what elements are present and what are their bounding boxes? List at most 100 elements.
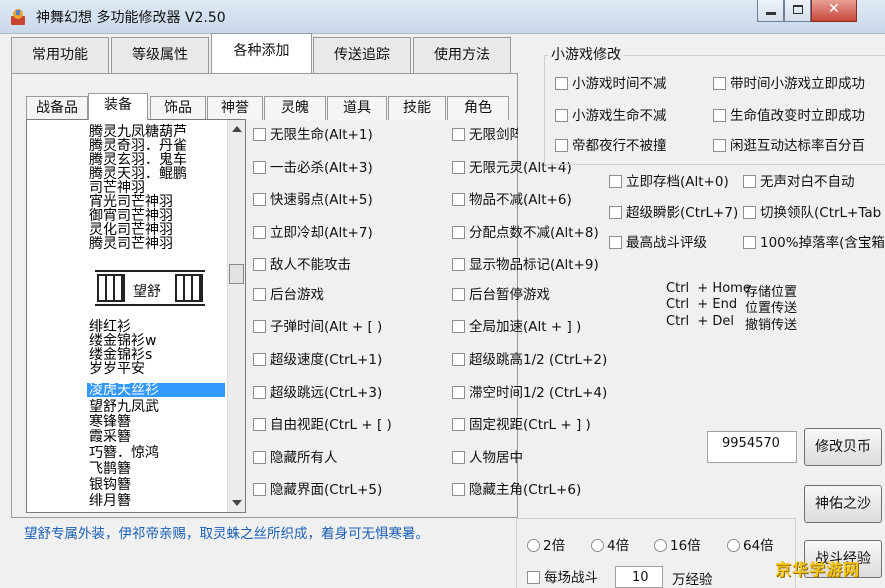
shrine-sand-button[interactable]: 神佑之沙	[804, 485, 882, 523]
option-minigame-time[interactable]: 小游戏时间不减	[555, 75, 667, 93]
list-item[interactable]: 腾灵玄羽．鬼车	[87, 153, 225, 167]
option-super-dash[interactable]: 超级瞬影(CtrL+7)	[609, 204, 738, 222]
option-one-hit-kill[interactable]: 一击必杀(Alt+3)	[253, 159, 373, 177]
list-item[interactable]: 绯月簪	[87, 494, 225, 508]
option-super-high-jump[interactable]: 超级跳高1/2 (CtrL+2)	[452, 351, 607, 369]
option-minigame-life[interactable]: 小游戏生命不减	[555, 107, 667, 125]
checkbox[interactable]	[253, 319, 266, 333]
checkbox[interactable]	[452, 385, 465, 399]
checkbox[interactable]	[452, 225, 465, 239]
exp-amount-input[interactable]: 10	[615, 566, 663, 588]
option-instant-cooldown[interactable]: 立即冷却(Alt+7)	[253, 224, 373, 242]
checkbox[interactable]	[527, 570, 540, 584]
list-item[interactable]: 巧簪．惊鸿	[87, 446, 225, 460]
list-item-selected[interactable]: 凌虎天丝衫	[87, 383, 225, 397]
checkbox[interactable]	[253, 352, 266, 366]
checkbox[interactable]	[253, 385, 266, 399]
list-scrollbar[interactable]	[227, 120, 245, 512]
option-instant-save[interactable]: 立即存档(Alt+0)	[609, 173, 729, 191]
checkbox[interactable]	[253, 417, 266, 431]
subtab-equipment[interactable]: 装备	[88, 93, 148, 120]
radio-16x[interactable]: 16倍	[654, 537, 701, 555]
option-super-speed[interactable]: 超级速度(CtrL+1)	[253, 351, 382, 369]
checkbox[interactable]	[743, 205, 756, 219]
option-free-view[interactable]: 自由视距(CtrL + [ )	[253, 416, 392, 434]
list-item[interactable]: 宵光司芒神羽	[87, 195, 225, 209]
checkbox[interactable]	[452, 352, 465, 366]
list-item[interactable]: 缕金锦衫s	[87, 348, 225, 362]
option-background-game[interactable]: 后台游戏	[253, 286, 324, 304]
checkbox[interactable]	[555, 138, 568, 152]
option-per-battle[interactable]: 每场战斗	[527, 569, 598, 587]
scroll-thumb[interactable]	[229, 264, 244, 284]
list-item[interactable]: 腾灵奇羽．丹雀	[87, 139, 225, 153]
checkbox[interactable]	[609, 205, 622, 219]
radio-64x[interactable]: 64倍	[727, 537, 774, 555]
checkbox[interactable]	[713, 138, 726, 152]
money-input[interactable]: 9954570	[707, 431, 797, 463]
option-show-item-marks[interactable]: 显示物品标记(Alt+9)	[452, 256, 599, 274]
minimize-button[interactable]	[757, 0, 784, 22]
list-item[interactable]: 望舒九凤武	[87, 400, 225, 414]
close-button[interactable]: ✕	[811, 0, 857, 22]
option-points-no-decrease[interactable]: 分配点数不减(Alt+8)	[452, 224, 599, 242]
radio-4x[interactable]: 4倍	[591, 537, 629, 555]
checkbox[interactable]	[253, 287, 266, 301]
option-infinite-sword[interactable]: 无限剑阵(Al	[452, 126, 518, 144]
option-enemy-no-attack[interactable]: 敌人不能攻击	[253, 256, 351, 274]
maximize-button[interactable]	[784, 0, 811, 22]
modify-money-button[interactable]: 修改贝币	[804, 428, 882, 466]
tab-teleport[interactable]: 传送追踪	[313, 37, 411, 73]
option-items-no-decrease[interactable]: 物品不减(Alt+6)	[452, 191, 572, 209]
checkbox[interactable]	[253, 257, 266, 271]
subtab-props[interactable]: 道具	[327, 96, 387, 120]
list-item[interactable]: 绯红衫	[87, 320, 225, 334]
option-hide-ui[interactable]: 隐藏界面(CtrL+5)	[253, 481, 382, 499]
list-item[interactable]: 腾灵司芒神羽	[87, 237, 225, 251]
scroll-down-icon[interactable]	[232, 500, 242, 506]
radio[interactable]	[591, 538, 604, 552]
list-item[interactable]: 御宵司芒神羽	[87, 209, 225, 223]
checkbox[interactable]	[452, 192, 465, 206]
checkbox[interactable]	[743, 174, 756, 188]
option-super-long-jump[interactable]: 超级跳远(CtrL+3)	[253, 384, 382, 402]
list-item[interactable]: 灵化司芒神羽	[87, 223, 225, 237]
scroll-up-icon[interactable]	[232, 126, 242, 132]
option-interaction-full-rate[interactable]: 闲逛互动达标率百分百	[713, 137, 865, 155]
list-item[interactable]: 银钩簪	[87, 478, 225, 492]
radio[interactable]	[727, 538, 740, 552]
option-center-character[interactable]: 人物居中	[452, 449, 523, 467]
option-life-change-success[interactable]: 生命值改变时立即成功	[713, 107, 865, 125]
option-bullet-time[interactable]: 子弹时间(Alt + [ )	[253, 318, 382, 336]
checkbox[interactable]	[253, 450, 266, 464]
checkbox[interactable]	[713, 76, 726, 90]
list-item[interactable]: 腾灵天羽．鲲鹏	[87, 167, 225, 181]
checkbox[interactable]	[555, 76, 568, 90]
option-timed-minigame-success[interactable]: 带时间小游戏立即成功	[713, 75, 865, 93]
checkbox[interactable]	[253, 482, 266, 496]
checkbox[interactable]	[452, 319, 465, 333]
subtab-reputation[interactable]: 神誉	[207, 96, 263, 120]
list-item[interactable]: 司芒神羽	[87, 181, 225, 195]
radio[interactable]	[654, 538, 667, 552]
list-item[interactable]: 腾灵九凤糖葫芦	[87, 125, 225, 139]
checkbox[interactable]	[609, 174, 622, 188]
tab-level-attributes[interactable]: 等级属性	[111, 37, 209, 73]
option-air-time[interactable]: 滞空时间1/2 (CtrL+4)	[452, 384, 607, 402]
checkbox[interactable]	[452, 257, 465, 271]
checkbox[interactable]	[253, 160, 266, 174]
tab-usage[interactable]: 使用方法	[413, 37, 511, 73]
radio[interactable]	[527, 538, 540, 552]
subtab-characters[interactable]: 角色	[447, 96, 509, 120]
list-item[interactable]: 霞采簪	[87, 430, 225, 444]
checkbox[interactable]	[743, 235, 756, 249]
checkbox[interactable]	[253, 192, 266, 206]
list-item[interactable]: 岁岁平安	[87, 362, 225, 376]
option-hide-protagonist[interactable]: 隐藏主角(CtrL+6)	[452, 481, 581, 499]
option-switch-leader[interactable]: 切换领队(CtrL+Tab	[743, 204, 881, 222]
radio-2x[interactable]: 2倍	[527, 537, 565, 555]
option-global-speedup[interactable]: 全局加速(Alt + ] )	[452, 318, 581, 336]
option-full-drop-rate[interactable]: 100%掉落率(含宝箱	[743, 234, 885, 252]
option-silent-dialog[interactable]: 无声对白不自动	[743, 173, 855, 191]
checkbox[interactable]	[452, 127, 465, 141]
